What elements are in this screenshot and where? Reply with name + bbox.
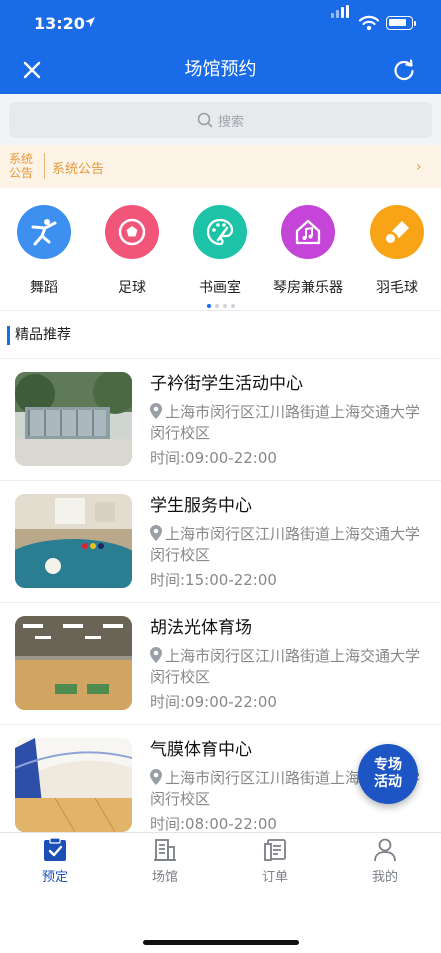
venue-hours: 时间:09:00-22:00 xyxy=(150,693,277,711)
tab-profile[interactable]: 我的 xyxy=(330,837,440,885)
tab-venues[interactable]: 场馆 xyxy=(110,837,220,885)
section-header: 精品推荐 xyxy=(0,318,441,358)
venue-address-text: 上海市闵行区江川路街道上海交通大学闵行校区 xyxy=(150,647,421,686)
venue-name: 学生服务中心 xyxy=(150,496,252,516)
category-label: 书画室 xyxy=(199,280,241,296)
category-painting-room[interactable]: 书画室 xyxy=(176,205,264,297)
location-arrow-icon xyxy=(85,17,95,27)
battery-icon xyxy=(386,16,416,30)
notice-divider xyxy=(44,153,45,179)
tab-label: 场馆 xyxy=(151,870,178,885)
search-icon xyxy=(197,112,213,128)
venue-photo xyxy=(15,616,132,710)
profile-icon xyxy=(374,838,396,862)
refresh-icon[interactable] xyxy=(391,57,417,83)
venue-list-item[interactable]: 胡法光体育场 上海市闵行区江川路街道上海交通大学闵行校区 时间:09:00-22… xyxy=(0,602,441,724)
special-event-button[interactable]: 专场 活动 xyxy=(358,744,418,804)
search-bar-container: 搜索 xyxy=(0,94,441,145)
location-pin-icon xyxy=(150,647,162,663)
music-room-icon xyxy=(281,205,335,259)
fab-label-line1: 专场 xyxy=(374,757,402,773)
bottom-tab-bar: 预定 场馆 订单 我的 xyxy=(0,832,441,953)
category-football[interactable]: 足球 xyxy=(88,205,176,297)
tab-booking[interactable]: 预定 xyxy=(0,837,110,885)
tab-orders[interactable]: 订单 xyxy=(220,837,330,885)
notice-tag: 系统公告 xyxy=(9,152,34,180)
chevron-right-icon: › xyxy=(416,159,422,175)
venue-address: 上海市闵行区江川路街道上海交通大学闵行校区 xyxy=(150,646,425,688)
location-pin-icon xyxy=(150,525,162,541)
venue-hours: 时间:15:00-22:00 xyxy=(150,571,277,589)
venue-name: 胡法光体育场 xyxy=(150,618,252,638)
section-divider xyxy=(0,310,441,311)
category-label: 舞蹈 xyxy=(30,280,58,296)
home-indicator xyxy=(143,940,299,945)
status-time: 13:20 xyxy=(34,14,85,33)
category-badminton[interactable]: 羽毛球 xyxy=(353,205,441,297)
venue-name: 子衿街学生活动中心 xyxy=(150,374,303,394)
venue-photo xyxy=(15,494,132,588)
section-accent-bar xyxy=(7,326,10,345)
category-label: 羽毛球 xyxy=(376,280,418,296)
page-title: 场馆预约 xyxy=(184,59,257,80)
venue-address-text: 上海市闵行区江川路街道上海交通大学闵行校区 xyxy=(150,525,421,564)
venue-list-item[interactable]: 学生服务中心 上海市闵行区江川路街道上海交通大学闵行校区 时间:15:00-22… xyxy=(0,480,441,602)
category-label: 琴房兼乐器 xyxy=(273,280,343,296)
status-bar: 13:20 xyxy=(0,0,441,48)
order-icon xyxy=(264,839,286,861)
carousel-indicator xyxy=(0,301,441,308)
tab-label: 预定 xyxy=(41,870,68,885)
venue-photo xyxy=(15,372,132,466)
notice-bar[interactable]: 系统公告 系统公告 › xyxy=(0,145,441,188)
badminton-icon xyxy=(370,205,424,259)
category-label: 足球 xyxy=(118,280,146,296)
dance-icon xyxy=(17,205,71,259)
search-placeholder: 搜索 xyxy=(217,114,244,130)
app-header: 13:20 场馆预约 xyxy=(0,0,441,94)
venue-hours: 时间:09:00-22:00 xyxy=(150,449,277,467)
search-input[interactable]: 搜索 xyxy=(9,102,432,138)
category-carousel[interactable]: 舞蹈 足球 书画室 琴房兼乐器 羽毛球 xyxy=(0,188,441,310)
category-piano-room[interactable]: 琴房兼乐器 xyxy=(264,205,352,297)
venue-icon xyxy=(154,839,176,861)
palette-icon xyxy=(193,205,247,259)
venue-list-item[interactable]: 子衿街学生活动中心 上海市闵行区江川路街道上海交通大学闵行校区 时间:09:00… xyxy=(0,358,441,480)
football-icon xyxy=(105,205,159,259)
location-pin-icon xyxy=(150,403,162,419)
booking-icon xyxy=(44,837,66,861)
wifi-icon xyxy=(359,15,379,31)
venue-name: 气膜体育中心 xyxy=(150,740,252,760)
notice-text: 系统公告 xyxy=(52,162,105,177)
tab-label: 我的 xyxy=(371,870,398,885)
venue-address-text: 上海市闵行区江川路街道上海交通大学闵行校区 xyxy=(150,403,421,442)
category-dance[interactable]: 舞蹈 xyxy=(0,205,88,297)
fab-label-line2: 活动 xyxy=(374,774,402,790)
section-title: 精品推荐 xyxy=(15,327,71,343)
venue-address: 上海市闵行区江川路街道上海交通大学闵行校区 xyxy=(150,402,425,444)
venue-address: 上海市闵行区江川路街道上海交通大学闵行校区 xyxy=(150,524,425,566)
venue-photo xyxy=(15,738,132,832)
tab-label: 订单 xyxy=(261,870,288,885)
location-pin-icon xyxy=(150,769,162,785)
